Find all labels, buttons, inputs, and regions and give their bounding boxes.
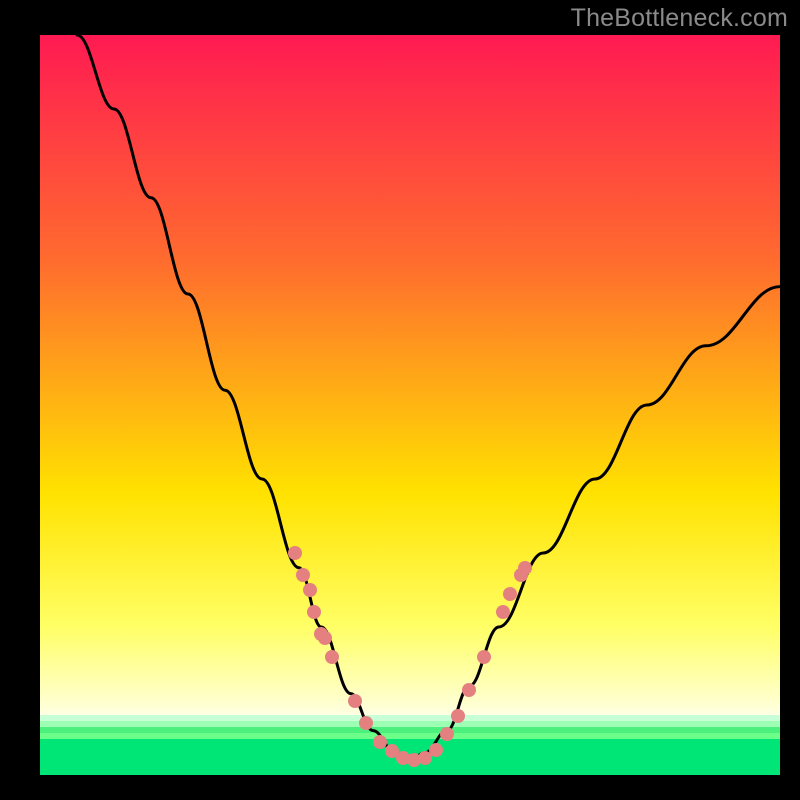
data-point [318,631,332,645]
data-point [429,743,443,757]
data-point [496,605,510,619]
data-point [462,683,476,697]
data-point [440,727,454,741]
data-point [307,605,321,619]
data-point [296,568,310,582]
data-point [359,716,373,730]
watermark-text: TheBottleneck.com [571,4,788,33]
curve-svg [40,35,780,775]
data-point [325,650,339,664]
data-point [503,587,517,601]
data-point [288,546,302,560]
data-point [518,561,532,575]
data-point [451,709,465,723]
plot-area [40,35,780,775]
data-point [303,583,317,597]
bottleneck-curve [77,35,780,760]
outer-frame: TheBottleneck.com [0,0,800,800]
data-point [348,694,362,708]
data-point [477,650,491,664]
